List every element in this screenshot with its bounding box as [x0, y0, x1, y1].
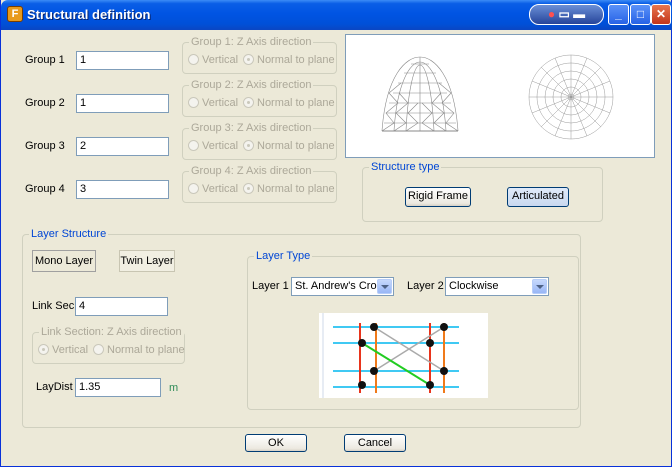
group-2-axis-direction: Group 2: Z Axis direction Vertical Norma… [182, 79, 337, 117]
normal-to-plane-label: Normal to plane [257, 140, 335, 152]
group-4-input[interactable]: 3 [76, 180, 169, 199]
link-normal-radio[interactable]: Normal to plane [93, 344, 185, 356]
twin-layer-button[interactable]: Twin Layer [119, 250, 175, 272]
cancel-button[interactable]: Cancel [344, 434, 406, 452]
group-2-axis-title: Group 2: Z Axis direction [189, 79, 314, 91]
title-bar[interactable]: F Structural definition ● ▭ ▬ _ □ ✕ [1, 0, 672, 30]
group-4-vertical-radio[interactable]: Vertical [188, 183, 238, 195]
radio-unchecked-icon [188, 97, 199, 108]
radio-checked-icon [38, 344, 49, 355]
laydist-unit: m [169, 382, 179, 394]
group-1-input[interactable]: 1 [76, 51, 169, 70]
radio-checked-icon [243, 140, 254, 151]
articulated-button[interactable]: Articulated [507, 187, 569, 207]
layer-1-value: St. Andrew's Cross [295, 280, 388, 292]
group-3-vertical-radio[interactable]: Vertical [188, 140, 238, 152]
maximize-button[interactable]: □ [630, 4, 651, 25]
mono-layer-button[interactable]: Mono Layer [32, 250, 96, 272]
group-3-axis-direction: Group 3: Z Axis direction Vertical Norma… [182, 122, 337, 160]
group-2-vertical-radio[interactable]: Vertical [188, 97, 238, 109]
layer-structure-group: Layer Structure Mono Layer Twin Layer Li… [22, 228, 581, 428]
group-1-vertical-radio[interactable]: Vertical [188, 54, 238, 66]
dome-side-view [381, 56, 459, 132]
link-section-axis-title: Link Section: Z Axis direction [39, 326, 184, 338]
radio-unchecked-icon [188, 183, 199, 194]
rigid-frame-button[interactable]: Rigid Frame [405, 187, 471, 207]
layer-type-title: Layer Type [254, 250, 313, 262]
vertical-label: Vertical [202, 183, 239, 195]
group-3-axis-title: Group 3: Z Axis direction [189, 122, 314, 134]
normal-to-plane-label: Normal to plane [107, 344, 185, 356]
layer-diagram [319, 313, 488, 398]
dome-structure-image [381, 54, 614, 140]
group-3-normal-radio[interactable]: Normal to plane [243, 140, 335, 152]
maximize-icon: □ [636, 7, 645, 21]
structure-type-group: Structure type Rigid Frame Articulated [362, 161, 603, 222]
group-4-normal-radio[interactable]: Normal to plane [243, 183, 335, 195]
normal-to-plane-label: Normal to plane [257, 97, 335, 109]
layer-1-label: Layer 1 [252, 280, 289, 292]
close-icon: ✕ [655, 7, 667, 21]
group-2-normal-radio[interactable]: Normal to plane [243, 97, 335, 109]
group-2-input[interactable]: 1 [76, 94, 169, 113]
laydist-label: LayDist [36, 381, 73, 393]
group-3-input[interactable]: 2 [76, 137, 169, 156]
structure-preview [345, 34, 655, 158]
group-4-axis-title: Group 4: Z Axis direction [189, 165, 314, 177]
dropdown-arrow-icon[interactable] [377, 279, 392, 294]
layer-2-label: Layer 2 [407, 280, 444, 292]
vertical-label: Vertical [52, 344, 89, 356]
dock-icon[interactable]: ▬ [573, 7, 585, 21]
title-extra-buttons[interactable]: ● ▭ ▬ [529, 4, 604, 25]
radio-checked-icon [243, 54, 254, 65]
minimize-icon: _ [615, 7, 622, 21]
layer-2-select[interactable]: Clockwise [445, 277, 549, 296]
link-section-axis-direction: Link Section: Z Axis direction Vertical … [32, 326, 185, 364]
link-vertical-radio[interactable]: Vertical [38, 344, 88, 356]
laydist-input[interactable]: 1.35 [75, 378, 161, 397]
radio-unchecked-icon [188, 140, 199, 151]
window-title: Structural definition [27, 7, 151, 22]
normal-to-plane-label: Normal to plane [257, 183, 335, 195]
dialog-window: F Structural definition ● ▭ ▬ _ □ ✕ Grou… [0, 0, 672, 467]
minimize-button[interactable]: _ [608, 4, 629, 25]
dropdown-arrow-icon[interactable] [532, 279, 547, 294]
radio-checked-icon [243, 97, 254, 108]
layer-2-value: Clockwise [449, 280, 499, 292]
record-icon[interactable]: ● [548, 7, 555, 21]
radio-unchecked-icon [188, 54, 199, 65]
group-1-label: Group 1 [25, 54, 65, 66]
radio-unchecked-icon [93, 344, 104, 355]
link-sec-input[interactable]: 4 [75, 297, 168, 316]
normal-to-plane-label: Normal to plane [257, 54, 335, 66]
layer-structure-title: Layer Structure [29, 228, 109, 240]
app-logo-icon: F [7, 6, 23, 22]
layer-1-select[interactable]: St. Andrew's Cross [291, 277, 394, 296]
group-4-label: Group 4 [25, 183, 65, 195]
layer-type-group: Layer Type Layer 1 St. Andrew's Cross La… [247, 250, 579, 410]
structure-type-title: Structure type [369, 161, 442, 173]
dome-top-view [528, 54, 614, 140]
group-1-axis-title: Group 1: Z Axis direction [189, 36, 314, 48]
group-2-label: Group 2 [25, 97, 65, 109]
layer-cross-diagram [322, 313, 459, 398]
group-3-label: Group 3 [25, 140, 65, 152]
vertical-label: Vertical [202, 140, 239, 152]
group-4-axis-direction: Group 4: Z Axis direction Vertical Norma… [182, 165, 337, 203]
close-button[interactable]: ✕ [651, 4, 671, 25]
group-1-axis-direction: Group 1: Z Axis direction Vertical Norma… [182, 36, 337, 74]
window-icon[interactable]: ▭ [558, 7, 569, 21]
ok-button[interactable]: OK [245, 434, 307, 452]
vertical-label: Vertical [202, 54, 239, 66]
radio-checked-icon [243, 183, 254, 194]
group-1-normal-radio[interactable]: Normal to plane [243, 54, 335, 66]
link-sec-label: Link Sec [32, 300, 75, 312]
vertical-label: Vertical [202, 97, 239, 109]
